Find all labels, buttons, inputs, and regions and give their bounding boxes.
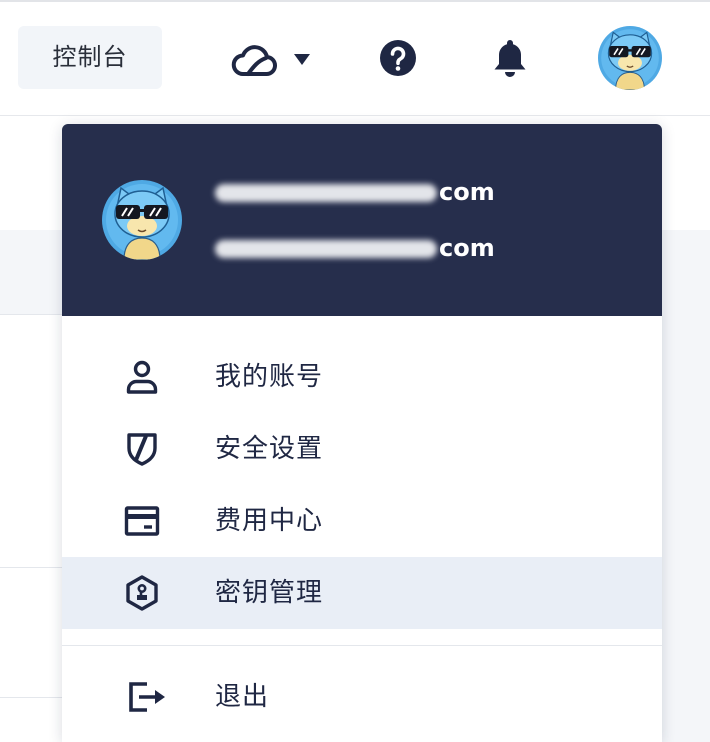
cloud-icon[interactable] xyxy=(228,42,280,78)
account-menu-list: 我的账号 安全设置 费用中心 密钥管理 退出 xyxy=(62,316,662,733)
menu-item-billing-center[interactable]: 费用中心 xyxy=(62,485,662,557)
menu-item-my-account[interactable]: 我的账号 xyxy=(62,341,662,413)
menu-item-label: 退出 xyxy=(215,682,270,712)
avatar[interactable] xyxy=(598,26,662,90)
menu-item-security-settings[interactable]: 安全设置 xyxy=(62,413,662,485)
menu-item-label: 密钥管理 xyxy=(215,578,324,608)
key-hexagon-icon xyxy=(126,575,158,611)
account-summary-header: com com xyxy=(62,124,662,316)
page-background-band xyxy=(0,230,62,315)
account-email-primary: com xyxy=(215,177,495,207)
page-background-side xyxy=(662,230,710,742)
account-email-secondary: com xyxy=(215,233,495,263)
shield-icon xyxy=(127,433,157,466)
menu-item-label: 费用中心 xyxy=(215,506,324,536)
user-icon xyxy=(126,360,158,394)
account-avatar xyxy=(102,180,182,260)
help-circle-icon[interactable] xyxy=(380,40,416,76)
page-divider xyxy=(0,697,62,698)
redacted-blur xyxy=(215,184,437,202)
menu-item-label: 我的账号 xyxy=(215,362,324,392)
caret-down-icon[interactable] xyxy=(294,54,310,66)
logout-icon xyxy=(129,682,165,712)
redacted-blur xyxy=(215,240,437,258)
menu-divider xyxy=(62,645,662,646)
page-divider xyxy=(0,567,62,568)
email-secondary-suffix: com xyxy=(439,234,495,262)
menu-item-key-management[interactable]: 密钥管理 xyxy=(62,557,662,629)
menu-item-logout[interactable]: 退出 xyxy=(62,661,662,733)
email-primary-suffix: com xyxy=(439,178,495,206)
bell-icon[interactable] xyxy=(492,38,528,78)
menu-item-label: 安全设置 xyxy=(215,434,324,464)
account-dropdown-menu: com com 我的账号 安全设置 费用中心 密钥管理 退出 xyxy=(62,124,662,742)
console-button[interactable]: 控制台 xyxy=(18,26,162,89)
billing-card-icon xyxy=(124,506,160,536)
